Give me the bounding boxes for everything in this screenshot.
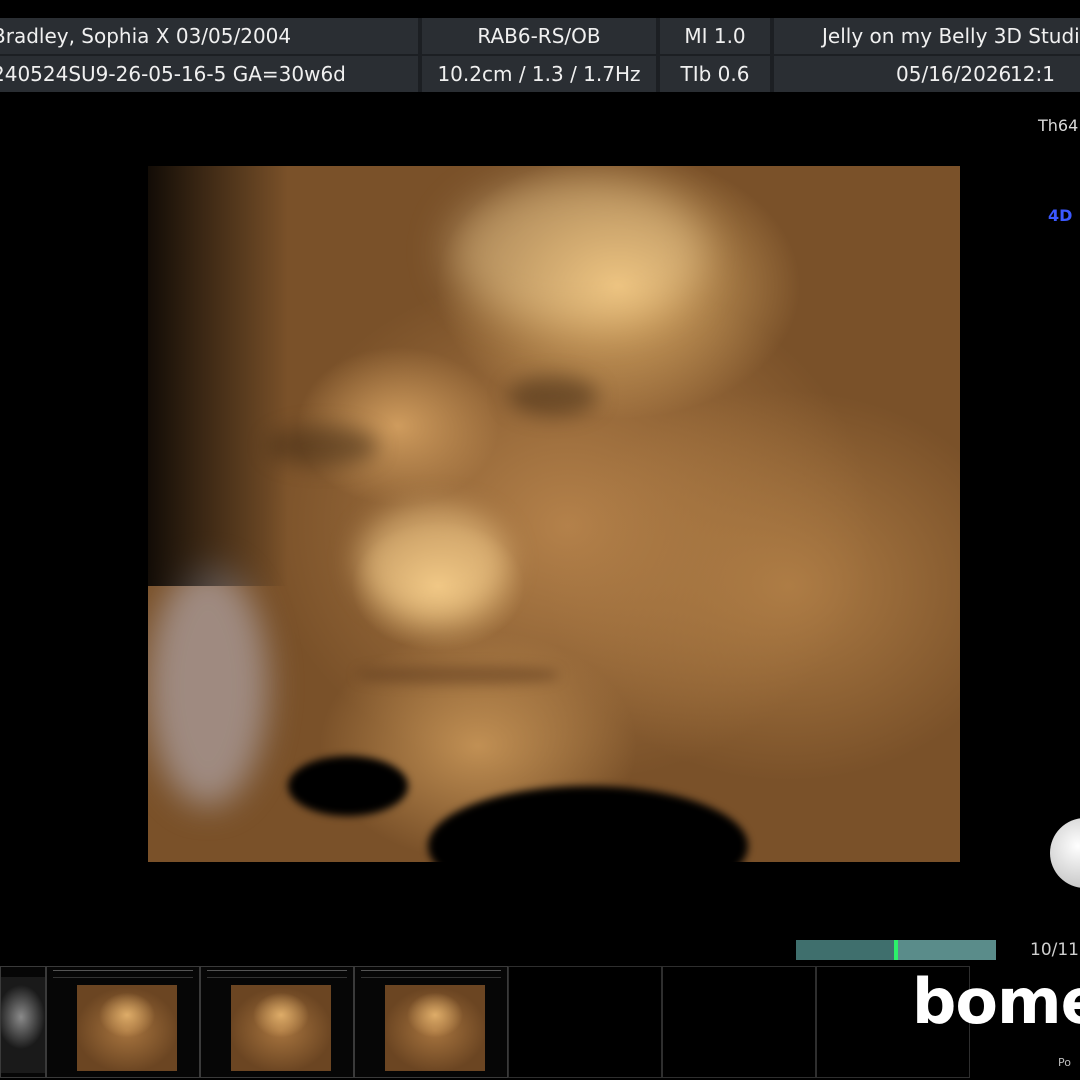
depth-frequency: 10.2cm / 1.3 / 1.7Hz: [437, 62, 641, 86]
tib-cell: TIb 0.6: [660, 56, 770, 92]
exam-id-cell: 240524SU9-26-05-16-5 GA=30w6d: [0, 56, 418, 92]
control-knob[interactable]: [1050, 818, 1080, 888]
patient-name-cell: Bradley, Sophia X 03/05/2004: [0, 18, 418, 54]
thermal-index: TIb 0.6: [680, 62, 750, 86]
depth-cell: 10.2cm / 1.3 / 1.7Hz: [422, 56, 656, 92]
header-row-2: 240524SU9-26-05-16-5 GA=30w6d 10.2cm / 1…: [0, 56, 1080, 92]
site-cell: Jelly on my Belly 3D Studio: [774, 18, 1080, 54]
thumbnail-image: [231, 985, 331, 1071]
thumbnail-slot-empty: [662, 966, 816, 1078]
mouth-shadow: [358, 666, 558, 684]
left-eye-shadow: [268, 426, 378, 466]
shadow-region-left: [288, 756, 408, 816]
fetal-3d-render[interactable]: [148, 166, 960, 862]
shadow-region-bottom: [428, 786, 748, 862]
thumbnail-header: [207, 970, 347, 978]
thumbnail-image: [385, 985, 485, 1071]
right-eye-shadow: [508, 376, 598, 416]
mi-cell: MI 1.0: [660, 18, 770, 54]
datetime-cell: 05/16/2026 12:1: [774, 56, 1080, 92]
forehead-highlight: [448, 176, 708, 326]
cine-progress-bar[interactable]: [796, 940, 996, 960]
brand-subtitle: Po: [1058, 1056, 1071, 1069]
nose-highlight: [358, 506, 508, 616]
patient-name: Bradley, Sophia X 03/05/2004: [0, 24, 292, 48]
exam-time: 12:1: [1010, 62, 1055, 86]
mode-label-4d[interactable]: 4D: [1048, 206, 1072, 225]
probe-cell: RAB6-RS/OB: [422, 18, 656, 54]
probe-preset: RAB6-RS/OB: [477, 24, 601, 48]
cine-progress-fill: [796, 940, 896, 960]
exam-id: 240524SU9-26-05-16-5 GA=30w6d: [0, 62, 346, 86]
exam-date: 05/16/2026: [896, 62, 1012, 86]
cine-frame-counter: 10/11: [1030, 940, 1079, 960]
thumbnail-slot-empty: [508, 966, 662, 1078]
site-name: Jelly on my Belly 3D Studio: [822, 24, 1080, 48]
cine-position-marker[interactable]: [894, 940, 898, 960]
header-row-1: Bradley, Sophia X 03/05/2004 RAB6-RS/OB …: [0, 18, 1080, 54]
thumbnail-header: [53, 970, 193, 978]
hand-shape: [148, 566, 268, 806]
mechanical-index: MI 1.0: [684, 24, 746, 48]
preset-label: Th64: [1038, 116, 1079, 135]
info-header: Bradley, Sophia X 03/05/2004 RAB6-RS/OB …: [0, 18, 1080, 92]
thumbnail-item[interactable]: [0, 966, 46, 1078]
thumbnail-header: [361, 970, 501, 978]
brand-logo: bome: [912, 965, 1080, 1038]
thumbnail-item[interactable]: [354, 966, 508, 1078]
thumbnail-item[interactable]: [200, 966, 354, 1078]
thumbnail-image: [1, 977, 45, 1073]
thumbnail-image: [77, 985, 177, 1071]
thumbnail-item[interactable]: [46, 966, 200, 1078]
